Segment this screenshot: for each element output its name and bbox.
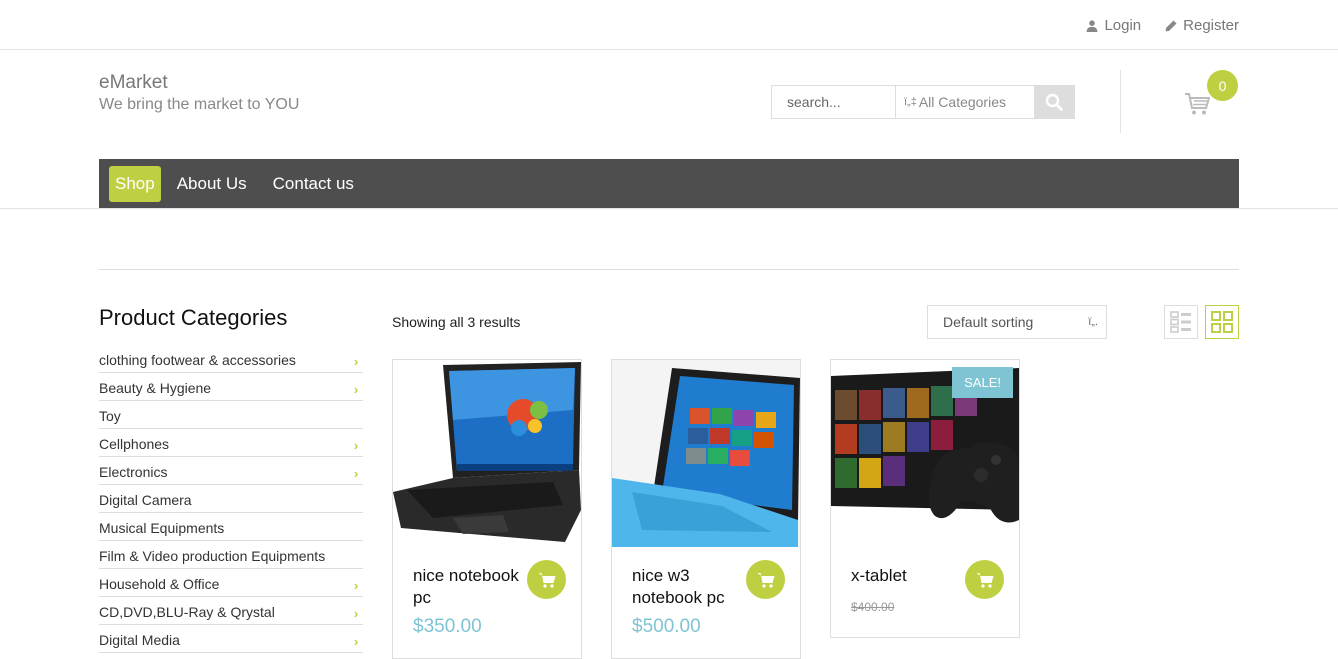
category-item[interactable]: clothing footwear & accessories ›	[99, 345, 363, 373]
category-select[interactable]: ï„‡ All Categories	[896, 86, 1034, 118]
chevron-right-icon[interactable]: ›	[349, 634, 363, 649]
tablet-gamepad-image[interactable]: SALE!	[831, 360, 1019, 547]
category-label: clothing footwear & accessories	[99, 351, 296, 368]
category-item[interactable]: Film & Video production Equipments	[99, 541, 363, 569]
category-label: Electronics	[99, 463, 168, 480]
results-count: Showing all 3 results	[392, 314, 521, 330]
cart-icon	[1185, 93, 1211, 115]
list-view-button[interactable]	[1164, 305, 1198, 339]
main-nav: Shop About Us Contact us	[99, 159, 1239, 209]
add-to-cart-button[interactable]	[965, 560, 1004, 599]
category-label: Household & Office	[99, 575, 220, 592]
sidebar-title: Product Categories	[99, 305, 288, 330]
chevron-right-icon[interactable]: ›	[349, 382, 363, 397]
register-link[interactable]: Register	[1165, 17, 1239, 34]
sort-select-value: Default sorting	[943, 314, 1034, 330]
login-label: Login	[1104, 17, 1142, 34]
category-item[interactable]: Cellphones ›	[99, 429, 363, 457]
sort-select[interactable]: Default sorting ï„.	[927, 305, 1107, 339]
grid-view-icon	[1211, 311, 1233, 333]
product-price: $350.00	[413, 616, 482, 637]
category-item[interactable]: Household & Office ›	[99, 569, 363, 597]
chevron-right-icon[interactable]: ›	[349, 606, 363, 621]
category-label: CD,DVD,BLU-Ray & Qrystal	[99, 603, 275, 620]
category-label: Digital Media	[99, 631, 180, 648]
category-item[interactable]: CD,DVD,BLU-Ray & Qrystal ›	[99, 597, 363, 625]
category-label: Digital Camera	[99, 491, 192, 508]
brand[interactable]: eMarket We bring the market to YOU	[99, 72, 299, 114]
cart-icon	[757, 572, 774, 588]
nav-item-shop[interactable]: Shop	[109, 166, 161, 202]
category-item[interactable]: Electronics ›	[99, 457, 363, 485]
search-input[interactable]	[772, 86, 896, 118]
cart-icon	[538, 572, 555, 588]
sale-badge: SALE!	[952, 367, 1013, 398]
cart-icon	[976, 572, 993, 588]
search-button[interactable]	[1034, 86, 1074, 118]
site-name: eMarket	[99, 72, 168, 93]
category-label: Musical Equipments	[99, 519, 225, 536]
top-bar: Login Register	[0, 0, 1338, 50]
category-item[interactable]: Digital Media ›	[99, 625, 363, 653]
grid-view-button[interactable]	[1205, 305, 1239, 339]
category-label: Film & Video production Equipments	[99, 547, 326, 564]
cart-button[interactable]	[1184, 92, 1211, 121]
nav-divider	[0, 208, 1338, 209]
site-tagline: We bring the market to YOU	[99, 96, 300, 113]
product-title[interactable]: x-tablet	[851, 565, 961, 587]
add-to-cart-button[interactable]	[746, 560, 785, 599]
login-link[interactable]: Login	[1086, 17, 1141, 34]
header-divider	[1120, 70, 1121, 133]
sort-select-glyph: ï„.	[1088, 316, 1098, 328]
pencil-icon	[1165, 20, 1177, 31]
list-view-icon	[1170, 311, 1191, 333]
register-label: Register	[1183, 17, 1239, 34]
search-bar: ï„‡ All Categories	[771, 85, 1075, 119]
page: Login Register eMarket We bring the mark…	[0, 0, 1338, 659]
chevron-right-icon[interactable]: ›	[349, 578, 363, 593]
search-icon	[1045, 93, 1064, 111]
account-links: Login Register	[1086, 17, 1239, 34]
category-select-value: All Categories	[918, 94, 1006, 110]
category-select-glyph: ï„‡	[904, 96, 917, 108]
content-divider	[99, 269, 1239, 270]
product-old-price: $400.00	[851, 600, 895, 614]
category-item[interactable]: Musical Equipments	[99, 513, 363, 541]
chevron-right-icon[interactable]: ›	[349, 438, 363, 453]
tablet-keyboard-image[interactable]	[612, 360, 800, 547]
category-label: Toy	[99, 407, 121, 424]
category-label: Cellphones	[99, 435, 170, 452]
category-list: clothing footwear & accessories › Beauty &…	[99, 345, 363, 653]
product-card[interactable]: SALE! x-tablet $400.00	[830, 359, 1020, 638]
nav-item-about-us[interactable]: About Us	[167, 166, 257, 202]
category-label: Beauty & Hygiene	[99, 379, 212, 396]
chevron-right-icon[interactable]: ›	[349, 354, 363, 369]
nav-item-contact-us[interactable]: Contact us	[263, 166, 364, 202]
product-price: $500.00	[632, 616, 701, 637]
product-card[interactable]: nice notebook pc $350.00	[392, 359, 582, 659]
laptop-image[interactable]	[393, 360, 581, 547]
product-title[interactable]: nice notebook pc	[413, 565, 523, 609]
cart-count-badge: 0	[1207, 70, 1238, 101]
category-item[interactable]: Toy	[99, 401, 363, 429]
product-card[interactable]: nice w3 notebook pc $500.00	[611, 359, 801, 659]
product-title[interactable]: nice w3 notebook pc	[632, 565, 742, 609]
add-to-cart-button[interactable]	[527, 560, 566, 599]
category-item[interactable]: Beauty & Hygiene ›	[99, 373, 363, 401]
category-item[interactable]: Digital Camera	[99, 485, 363, 513]
category-sidebar: Product Categories clothing footwear & a…	[99, 305, 363, 653]
user-icon	[1086, 19, 1098, 32]
chevron-right-icon[interactable]: ›	[349, 466, 363, 481]
